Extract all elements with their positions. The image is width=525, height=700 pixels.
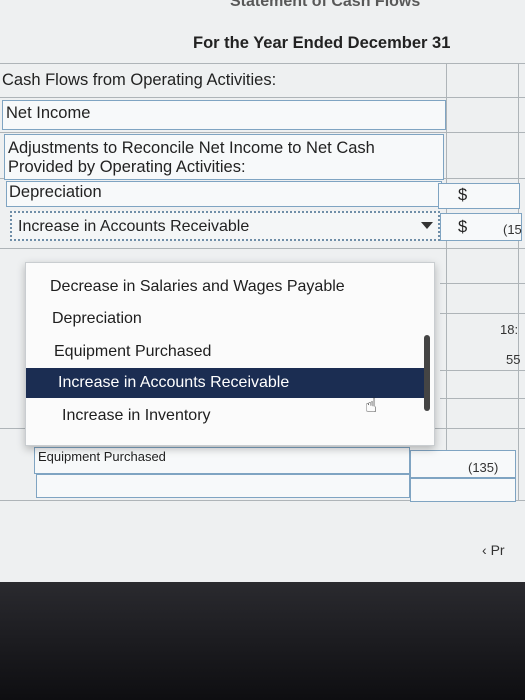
grid-line — [518, 63, 519, 500]
statement-subtitle: For the Year Ended December 31 — [193, 34, 451, 52]
receivable-amount-value: (15 — [503, 222, 522, 237]
screen: Statement of Cash Flows For the Year End… — [0, 0, 525, 590]
grid-line — [440, 398, 525, 399]
net-income-label: Net Income — [6, 104, 91, 122]
dropdown-scrollbar[interactable] — [424, 335, 430, 411]
depreciation-amount-cell[interactable] — [438, 183, 520, 209]
prev-button[interactable]: ‹ Pr — [482, 542, 505, 558]
amount-value: 55 — [506, 352, 521, 367]
grid-line — [440, 370, 525, 371]
adjustment-select-value: Increase in Accounts Receivable — [18, 218, 250, 235]
chevron-down-icon[interactable] — [421, 222, 433, 229]
adjustments-label-line1: Adjustments to Reconcile Net Income to N… — [8, 139, 375, 157]
currency-symbol: $ — [458, 218, 468, 236]
adjustment-dropdown-list: Decrease in Salaries and Wages Payable D… — [25, 262, 435, 446]
grid-line — [440, 283, 525, 284]
depreciation-label: Depreciation — [9, 183, 102, 201]
amount-value: 18: — [500, 322, 519, 337]
adjustment-select[interactable]: Increase in Accounts Receivable — [10, 211, 440, 241]
adjustments-label-line2: Provided by Operating Activities: — [8, 158, 246, 176]
blank-amount-cell[interactable] — [410, 478, 516, 502]
statement-title: Statement of Cash Flows — [230, 0, 421, 10]
dropdown-option[interactable]: Depreciation — [26, 304, 426, 334]
hand-cursor-icon: ☝ — [365, 395, 378, 417]
operating-activities-heading: Cash Flows from Operating Activities: — [2, 71, 277, 89]
equipment-row-label: Equipment Purchased — [38, 449, 166, 464]
blank-row-cell[interactable] — [36, 474, 410, 498]
prev-label: Pr — [490, 542, 505, 558]
monitor-bezel — [0, 582, 525, 700]
currency-symbol: $ — [458, 186, 468, 204]
dropdown-option[interactable]: Equipment Purchased — [26, 337, 426, 367]
dropdown-option[interactable]: Decrease in Salaries and Wages Payable — [26, 272, 426, 302]
grid-line — [446, 63, 447, 500]
equipment-amount-value: (135) — [468, 460, 499, 475]
equipment-amount-cell[interactable] — [410, 450, 516, 478]
grid-line — [440, 313, 525, 314]
